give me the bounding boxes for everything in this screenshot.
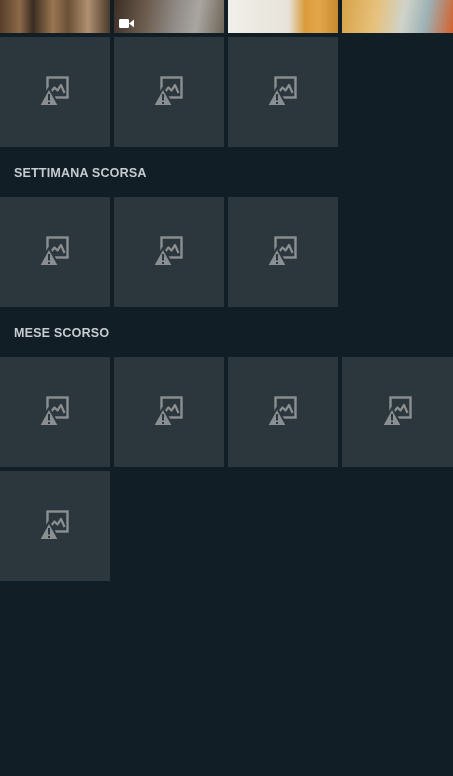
broken-image-icon (38, 395, 72, 429)
broken-image-icon (152, 75, 186, 109)
thumbnail-row-top (0, 0, 453, 33)
broken-image-icon (38, 235, 72, 269)
broken-image-icon (380, 395, 415, 429)
broken-image-icon (38, 509, 72, 543)
broken-image-tile[interactable] (0, 471, 110, 581)
video-thumbnail[interactable] (114, 0, 224, 33)
photo-gallery: SETTIMANA SCORSA MESE SCORSO (0, 0, 453, 776)
broken-image-tile[interactable] (228, 197, 338, 307)
photo-thumbnail[interactable] (342, 0, 453, 33)
broken-image-tile[interactable] (114, 357, 224, 467)
broken-image-tile[interactable] (228, 37, 338, 147)
broken-image-icon (152, 235, 186, 269)
broken-image-tile[interactable] (0, 197, 110, 307)
section-header-last-month: MESE SCORSO (14, 326, 110, 340)
broken-image-tile[interactable] (114, 197, 224, 307)
broken-image-icon (38, 75, 72, 109)
broken-image-tile[interactable] (0, 37, 110, 147)
photo-thumbnail[interactable] (0, 0, 110, 33)
section-header-last-week: SETTIMANA SCORSA (14, 166, 147, 180)
broken-image-icon (266, 75, 300, 109)
broken-image-icon (266, 235, 300, 269)
broken-image-tile[interactable] (228, 357, 338, 467)
video-camera-icon (119, 19, 134, 28)
broken-image-tile[interactable] (114, 37, 224, 147)
broken-image-icon (152, 395, 186, 429)
broken-image-icon (266, 395, 300, 429)
photo-thumbnail[interactable] (228, 0, 338, 33)
broken-image-tile[interactable] (342, 357, 453, 467)
broken-image-tile[interactable] (0, 357, 110, 467)
